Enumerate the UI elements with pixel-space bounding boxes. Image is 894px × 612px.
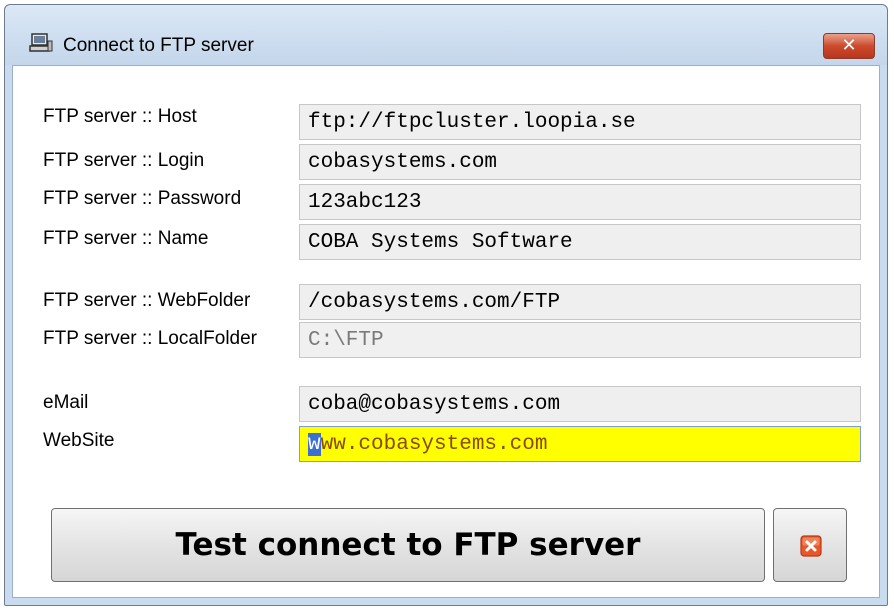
window-close-button[interactable]: ✕ bbox=[823, 33, 875, 59]
close-icon bbox=[800, 535, 822, 557]
computer-icon bbox=[29, 33, 53, 52]
localfolder-input: C:\FTP bbox=[299, 322, 861, 358]
cancel-button[interactable] bbox=[773, 508, 847, 582]
webfolder-input[interactable]: /cobasystems.com/FTP bbox=[299, 284, 861, 320]
website-selected-text: w bbox=[308, 433, 321, 456]
email-input[interactable]: coba@cobasystems.com bbox=[299, 386, 861, 422]
website-input[interactable]: www.cobasystems.com bbox=[299, 426, 861, 462]
login-input[interactable]: cobasystems.com bbox=[299, 144, 861, 180]
dialog-client-area: FTP server :: Host ftp://ftpcluster.loop… bbox=[12, 65, 880, 598]
dialog-window: Connect to FTP server ✕ FTP server :: Ho… bbox=[4, 4, 888, 606]
webfolder-label: FTP server :: WebFolder bbox=[43, 290, 251, 311]
password-label: FTP server :: Password bbox=[43, 188, 242, 209]
name-label: FTP server :: Name bbox=[43, 228, 209, 249]
localfolder-label: FTP server :: LocalFolder bbox=[43, 328, 258, 349]
name-input[interactable]: COBA Systems Software bbox=[299, 224, 861, 260]
host-input[interactable]: ftp://ftpcluster.loopia.se bbox=[299, 104, 861, 140]
title-bar[interactable]: Connect to FTP server ✕ bbox=[5, 5, 887, 65]
test-connect-button[interactable]: Test connect to FTP server bbox=[51, 508, 765, 582]
website-label: WebSite bbox=[43, 430, 115, 451]
host-label: FTP server :: Host bbox=[43, 106, 197, 127]
login-label: FTP server :: Login bbox=[43, 150, 205, 171]
website-text: ww.cobasystems.com bbox=[320, 433, 548, 456]
password-input[interactable]: 123abc123 bbox=[299, 184, 861, 220]
window-title: Connect to FTP server bbox=[63, 35, 254, 56]
email-label: eMail bbox=[43, 392, 89, 413]
